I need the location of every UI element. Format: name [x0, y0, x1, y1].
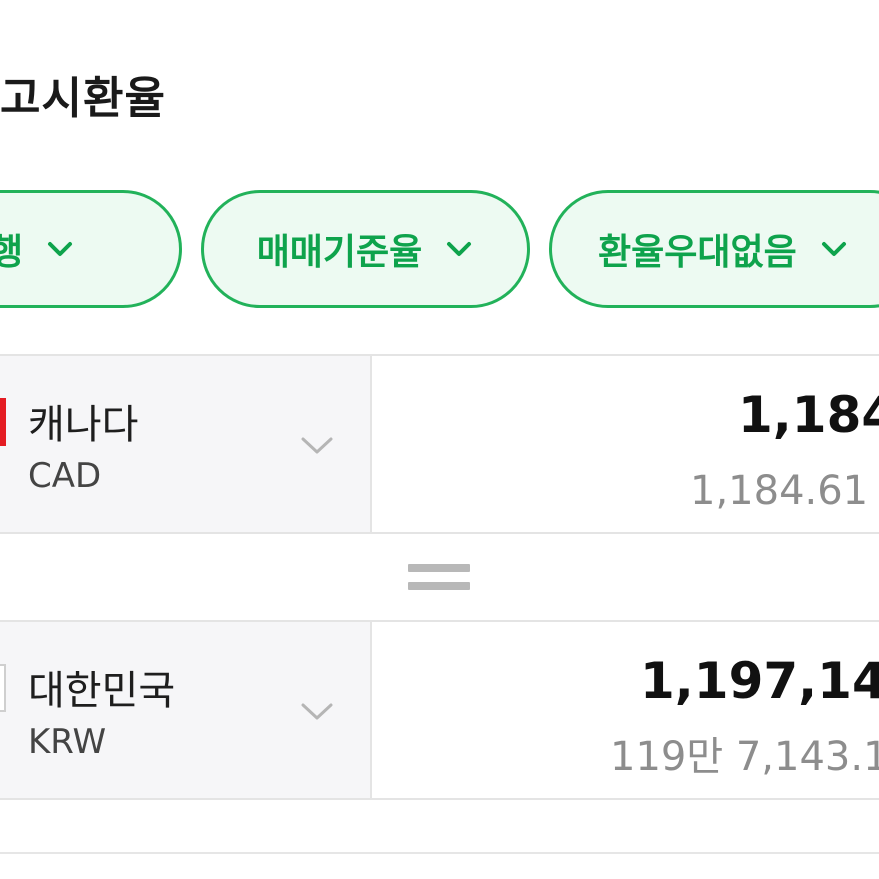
- preferential-rate-label: 환율우대없음: [598, 232, 797, 273]
- from-currency-code: CAD: [28, 456, 102, 496]
- chevron-down-icon: [821, 242, 846, 256]
- exchange-rate-screen: 고시환율 은행 매매기준율 환율우대없음 캐나다 CAD 1,184 1,184…: [0, 0, 879, 879]
- to-currency-row: 대한민국 KRW 1,197,143 119만 7,143.17: [0, 620, 879, 800]
- from-currency-row: 캐나다 CAD 1,184 1,184.61 달: [0, 354, 879, 534]
- korea-flag-icon: [0, 664, 6, 712]
- chevron-down-icon: [48, 242, 73, 256]
- from-amount-korean: 1,184.61 달: [690, 468, 879, 514]
- page-title: 고시환율: [0, 73, 166, 124]
- bank-select-chip[interactable]: 은행: [0, 190, 182, 308]
- to-country-name: 대한민국: [28, 668, 176, 714]
- from-amount-value: 1,184: [738, 386, 879, 444]
- to-amount-korean: 119만 7,143.17: [610, 734, 879, 780]
- divider: [0, 852, 879, 854]
- from-amount-input[interactable]: 1,184 1,184.61 달: [372, 356, 879, 532]
- from-country-name: 캐나다: [28, 402, 139, 448]
- rate-type-label: 매매기준율: [256, 232, 423, 273]
- to-currency-code: KRW: [28, 722, 107, 762]
- equals-icon: [408, 562, 470, 592]
- chevron-down-icon: [447, 242, 472, 256]
- to-country-selector[interactable]: 대한민국 KRW: [0, 622, 372, 798]
- from-country-selector[interactable]: 캐나다 CAD: [0, 356, 372, 532]
- preferential-rate-select-chip[interactable]: 환율우대없음: [549, 190, 879, 308]
- chevron-down-icon: [301, 703, 333, 720]
- rate-type-select-chip[interactable]: 매매기준율: [201, 190, 530, 308]
- chevron-down-icon: [301, 437, 333, 454]
- to-amount-input[interactable]: 1,197,143 119만 7,143.17: [372, 622, 879, 798]
- bank-select-label: 은행: [0, 232, 24, 273]
- to-amount-value: 1,197,143: [640, 652, 879, 710]
- canada-flag-icon: [0, 398, 6, 446]
